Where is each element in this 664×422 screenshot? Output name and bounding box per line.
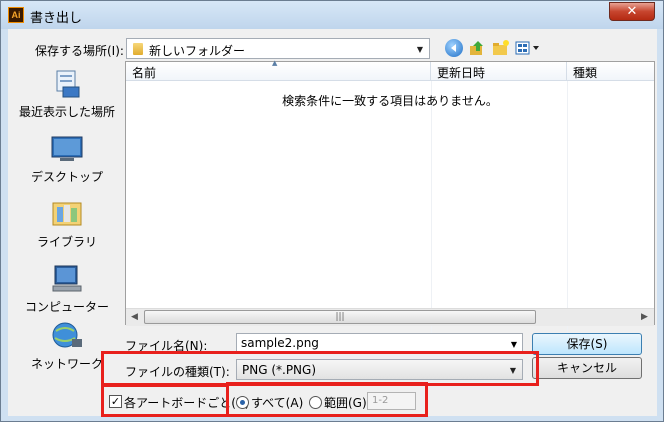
sort-ascending-icon: ▲ xyxy=(272,59,278,67)
export-dialog: Ai 書き出し ✕ 保存する場所(I): 新しいフォルダー ▼ 最近表示した場所… xyxy=(0,0,664,422)
highlight-artboard-checkbox xyxy=(101,384,229,417)
desktop-icon xyxy=(50,134,84,164)
cancel-button[interactable]: キャンセル xyxy=(532,357,642,379)
scroll-right-icon[interactable]: ▶ xyxy=(636,309,653,326)
scroll-thumb[interactable]: ||| xyxy=(144,310,536,324)
place-desktop[interactable]: デスクトップ xyxy=(11,134,123,185)
scroll-left-icon[interactable]: ◀ xyxy=(126,309,143,326)
close-button[interactable]: ✕ xyxy=(609,2,655,21)
empty-message: 検索条件に一致する項目はありません。 xyxy=(282,94,498,108)
window-title: 書き出し xyxy=(30,11,83,26)
column-divider xyxy=(567,81,568,341)
up-folder-icon[interactable] xyxy=(468,39,486,57)
highlight-file-type xyxy=(101,351,539,386)
computer-icon xyxy=(50,264,84,294)
place-label: コンピューター xyxy=(24,300,109,314)
place-label: 最近表示した場所 xyxy=(18,105,115,119)
column-header-type[interactable]: 種類 xyxy=(567,62,654,81)
title-bar[interactable]: Ai 書き出し ✕ xyxy=(1,1,663,29)
place-libraries[interactable]: ライブラリ xyxy=(11,199,123,250)
new-folder-icon[interactable] xyxy=(492,39,510,57)
save-location-dropdown[interactable]: 新しいフォルダー ▼ xyxy=(126,38,430,59)
folder-icon xyxy=(133,43,143,55)
illustrator-app-icon: Ai xyxy=(8,7,24,23)
column-header-name[interactable]: 名前 ▲ xyxy=(126,59,431,81)
save-location-value: 新しいフォルダー xyxy=(149,44,246,58)
place-recent[interactable]: 最近表示した場所 xyxy=(11,69,123,120)
file-list[interactable]: 名前 ▲ 更新日時 種類 検索条件に一致する項目はありません。 ◀ ||| ▶ xyxy=(125,59,655,341)
chevron-down-icon: ▼ xyxy=(416,45,423,54)
file-name-value: sample2.png xyxy=(241,336,319,350)
view-menu-icon[interactable] xyxy=(515,39,543,57)
highlight-range-options xyxy=(226,382,428,417)
save-button[interactable]: 保存(S) xyxy=(532,333,642,355)
recent-places-icon xyxy=(50,69,84,99)
place-label: ライブラリ xyxy=(36,235,97,249)
place-computer[interactable]: コンピューター xyxy=(11,264,123,315)
save-location-label: 保存する場所(I): xyxy=(35,44,124,58)
network-icon xyxy=(50,321,84,351)
horizontal-scrollbar[interactable]: ◀ ||| ▶ xyxy=(126,308,654,326)
libraries-icon xyxy=(50,199,84,229)
chevron-down-icon[interactable]: ▼ xyxy=(511,340,517,349)
dialog-body: 保存する場所(I): 新しいフォルダー ▼ 最近表示した場所 デスクトップ ライ… xyxy=(8,29,657,417)
place-label: デスクトップ xyxy=(30,170,103,184)
column-divider xyxy=(431,81,432,341)
column-header-modified[interactable]: 更新日時 xyxy=(431,62,567,81)
back-icon[interactable] xyxy=(445,39,463,57)
